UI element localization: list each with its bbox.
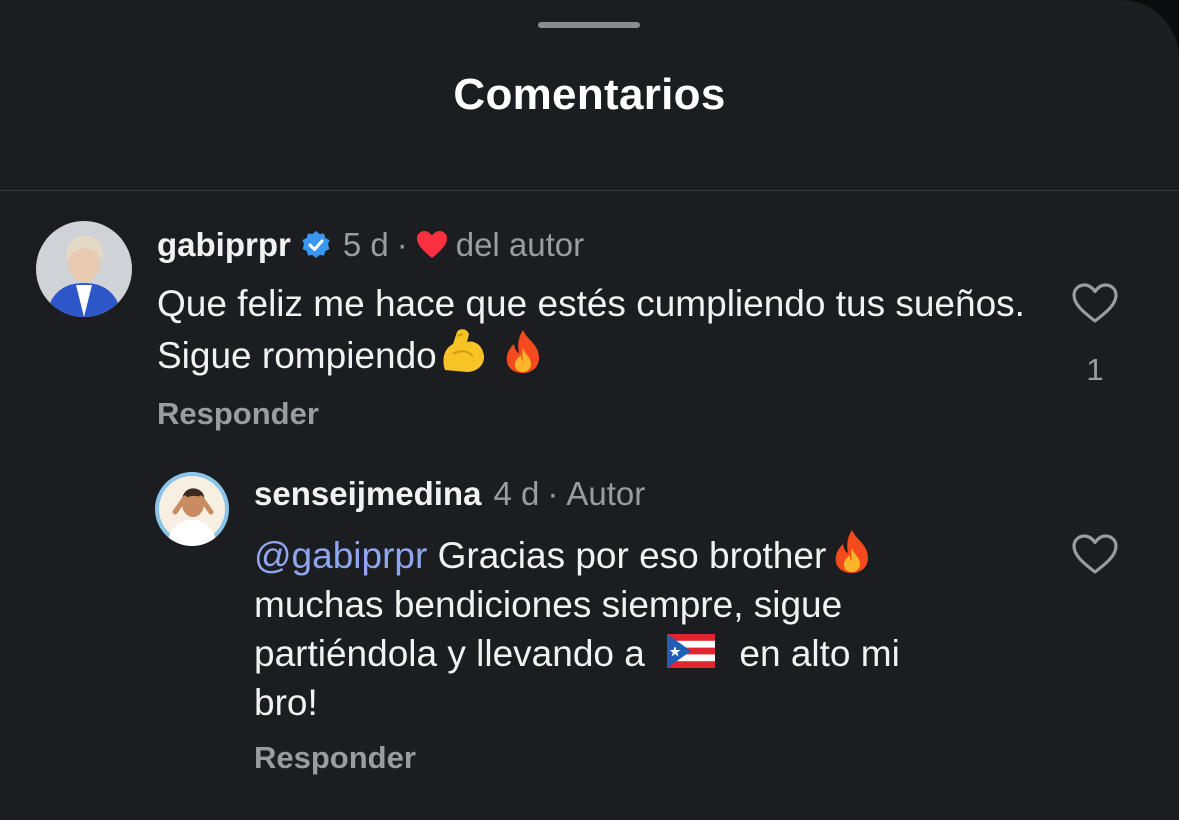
avatar-gabiprpr-image	[36, 221, 132, 317]
mention-link[interactable]: @gabiprpr	[254, 535, 427, 576]
avatar-senseijmedina-image	[155, 472, 229, 546]
comment-username[interactable]: senseijmedina	[254, 475, 481, 513]
like-heart-icon[interactable]	[1070, 532, 1120, 576]
reply-text-line-1: @gabiprpr Gracias por eso brother	[254, 528, 1054, 580]
comment-meta: gabiprpr 5 d · del autor	[157, 226, 584, 264]
comment-username[interactable]: gabiprpr	[157, 226, 291, 264]
comment-time: 4 d	[493, 475, 540, 512]
reply-text-part: partiéndola y llevando a	[254, 633, 645, 674]
reply-button[interactable]: Responder	[157, 396, 319, 432]
avatar[interactable]	[36, 221, 132, 317]
reply-text: @gabiprpr Gracias por eso brother muchas…	[254, 528, 1054, 727]
sheet-grabber[interactable]	[538, 22, 640, 28]
comment-time: 5 d	[342, 226, 389, 263]
meta-separator: ·	[547, 475, 559, 512]
comment-text-content: Que feliz me hace que estés cumpliendo t…	[157, 283, 1025, 376]
like-count: 1	[1086, 352, 1104, 387]
comments-sheet: Comentarios gabiprpr 5 d · del autor Que…	[0, 0, 1179, 820]
meta-separator: ·	[396, 226, 408, 263]
puerto-rico-flag-emoji-icon	[667, 634, 716, 668]
comment-text: Que feliz me hace que estés cumpliendo t…	[157, 279, 1037, 380]
reply-button[interactable]: Responder	[254, 740, 416, 776]
avatar[interactable]	[155, 472, 229, 546]
reply-text-line-2: muchas bendiciones siempre, sigue	[254, 584, 843, 625]
reply-meta: senseijmedina 4 d · Autor	[254, 475, 645, 513]
muscle-emoji-icon	[443, 329, 484, 372]
like-heart-icon[interactable]	[1070, 281, 1120, 325]
reply-text-part: en alto mi	[739, 633, 900, 674]
reply-text-line-4: bro!	[254, 682, 318, 723]
header-divider	[0, 190, 1179, 191]
author-like-label: del autor	[455, 226, 585, 263]
verified-badge-icon	[302, 231, 330, 258]
reply-text-part: Gracias por eso brother	[437, 535, 827, 576]
fire-emoji-icon	[506, 330, 539, 373]
fire-emoji-icon	[835, 530, 869, 573]
reply-text-line-3: partiéndola y llevando a en alto mi	[254, 629, 1054, 678]
author-badge: Autor	[566, 475, 646, 512]
author-liked-heart-icon	[416, 231, 447, 258]
sheet-title: Comentarios	[453, 70, 726, 119]
